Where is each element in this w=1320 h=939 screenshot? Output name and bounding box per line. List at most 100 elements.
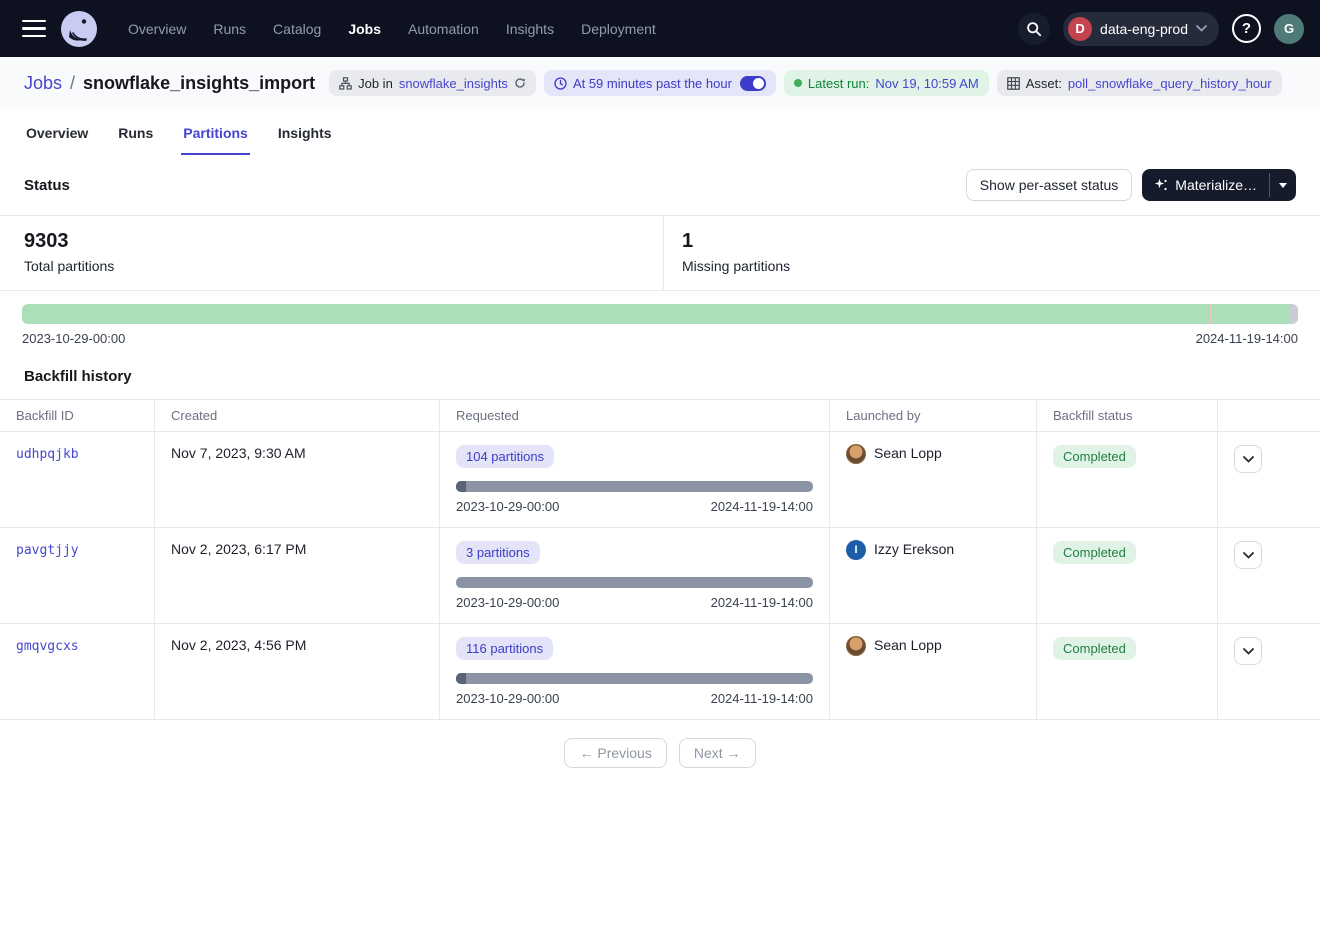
user-avatar[interactable]: G bbox=[1274, 14, 1304, 44]
tab-runs[interactable]: Runs bbox=[116, 109, 155, 155]
next-page-button[interactable]: Next → bbox=[679, 738, 756, 768]
missing-partitions-value: 1 bbox=[682, 230, 790, 253]
status-badge: Completed bbox=[1053, 637, 1136, 660]
col-requested: Requested bbox=[440, 400, 830, 431]
code-location-link[interactable]: snowflake_insights bbox=[399, 76, 508, 91]
failed-partition-marker bbox=[1210, 304, 1212, 324]
deployment-name: data-eng-prod bbox=[1100, 21, 1188, 37]
graph-icon bbox=[339, 77, 352, 90]
latest-run-time-link[interactable]: Nov 19, 10:59 AM bbox=[875, 76, 978, 91]
asset-label: Asset: bbox=[1026, 76, 1062, 91]
backfill-range-end: 2024-11-19-14:00 bbox=[711, 499, 813, 514]
launched-by-name: Sean Lopp bbox=[874, 445, 942, 461]
missing-partitions-stat: 1 Missing partitions bbox=[663, 216, 814, 290]
nav-item-jobs[interactable]: Jobs bbox=[348, 21, 381, 37]
latest-run-badge: Latest run: Nov 19, 10:59 AM bbox=[784, 70, 989, 96]
launched-by-name: Sean Lopp bbox=[874, 637, 942, 653]
status-badge: Completed bbox=[1053, 445, 1136, 468]
tab-bar: Overview Runs Partitions Insights bbox=[0, 109, 1320, 155]
backfill-table-header: Backfill ID Created Requested Launched b… bbox=[0, 399, 1320, 432]
nav-item-deployment[interactable]: Deployment bbox=[581, 21, 656, 37]
created-cell: Nov 2, 2023, 6:17 PM bbox=[155, 528, 440, 623]
reload-icon[interactable] bbox=[514, 77, 526, 89]
previous-page-button[interactable]: ← Previous bbox=[564, 738, 666, 768]
tab-insights[interactable]: Insights bbox=[276, 109, 334, 155]
col-backfill-status: Backfill status bbox=[1037, 400, 1218, 431]
deployment-switcher[interactable]: D data-eng-prod bbox=[1063, 12, 1219, 46]
backfill-id-link[interactable]: udhpqjkb bbox=[16, 447, 79, 462]
asset-link[interactable]: poll_snowflake_query_history_hour bbox=[1068, 76, 1272, 91]
dagster-logo-icon[interactable] bbox=[60, 10, 98, 48]
backfill-range-start: 2023-10-29-00:00 bbox=[456, 595, 559, 610]
deployment-badge: D bbox=[1068, 17, 1092, 41]
created-cell: Nov 2, 2023, 4:56 PM bbox=[155, 624, 440, 719]
chevron-down-icon bbox=[1243, 648, 1254, 655]
materialize-dropdown-button[interactable] bbox=[1270, 169, 1296, 201]
show-per-asset-status-button[interactable]: Show per-asset status bbox=[966, 169, 1133, 201]
chevron-down-icon bbox=[1243, 456, 1254, 463]
latest-run-label: Latest run: bbox=[808, 76, 869, 91]
nav-item-overview[interactable]: Overview bbox=[128, 21, 186, 37]
pagination: ← Previous Next → bbox=[0, 720, 1320, 786]
range-end-label: 2024-11-19-14:00 bbox=[1196, 331, 1298, 346]
backfill-history-title: Backfill history bbox=[0, 346, 1320, 399]
range-start-label: 2023-10-29-00:00 bbox=[22, 331, 125, 346]
status-badge: Completed bbox=[1053, 541, 1136, 564]
partition-health-section: 2023-10-29-00:00 2024-11-19-14:00 bbox=[0, 291, 1320, 346]
launched-by-name: Izzy Erekson bbox=[874, 541, 954, 557]
total-partitions-stat: 9303 Total partitions bbox=[0, 216, 663, 290]
row-expand-button[interactable] bbox=[1234, 541, 1262, 569]
backfill-range-start: 2023-10-29-00:00 bbox=[456, 499, 559, 514]
materialize-label: Materialize… bbox=[1175, 177, 1257, 193]
nav-item-automation[interactable]: Automation bbox=[408, 21, 479, 37]
table-row: gmqvgcxs Nov 2, 2023, 4:56 PM 116 partit… bbox=[0, 624, 1320, 720]
col-backfill-id: Backfill ID bbox=[0, 400, 155, 431]
backfill-range-end: 2024-11-19-14:00 bbox=[711, 691, 813, 706]
table-row: pavgtjjy Nov 2, 2023, 6:17 PM 3 partitio… bbox=[0, 528, 1320, 624]
nav-item-insights[interactable]: Insights bbox=[506, 21, 554, 37]
job-location-badge: Job in snowflake_insights bbox=[329, 70, 536, 96]
backfill-progress-bar bbox=[456, 673, 813, 684]
backfill-range-start: 2023-10-29-00:00 bbox=[456, 691, 559, 706]
help-icon[interactable]: ? bbox=[1232, 14, 1261, 43]
requested-cell: 116 partitions 2023-10-29-00:00 2024-11-… bbox=[440, 624, 830, 719]
search-icon[interactable] bbox=[1018, 13, 1050, 45]
asset-grid-icon bbox=[1007, 77, 1020, 90]
table-row: udhpqjkb Nov 7, 2023, 9:30 AM 104 partit… bbox=[0, 432, 1320, 528]
nav-item-catalog[interactable]: Catalog bbox=[273, 21, 321, 37]
backfill-progress-bar bbox=[456, 577, 813, 588]
sparkle-icon bbox=[1154, 178, 1168, 192]
nav-item-runs[interactable]: Runs bbox=[213, 21, 246, 37]
status-title: Status bbox=[24, 177, 70, 194]
backfill-range-end: 2024-11-19-14:00 bbox=[711, 595, 813, 610]
avatar bbox=[846, 444, 866, 464]
avatar bbox=[846, 636, 866, 656]
backfill-id-link[interactable]: gmqvgcxs bbox=[16, 639, 79, 654]
avatar: I bbox=[846, 540, 866, 560]
menu-icon[interactable] bbox=[22, 20, 46, 38]
tab-overview[interactable]: Overview bbox=[24, 109, 90, 155]
job-in-label: Job in bbox=[358, 76, 393, 91]
requested-cell: 104 partitions 2023-10-29-00:00 2024-11-… bbox=[440, 432, 830, 527]
missing-partitions-label: Missing partitions bbox=[682, 258, 790, 274]
row-expand-button[interactable] bbox=[1234, 637, 1262, 665]
partitions-count-pill[interactable]: 116 partitions bbox=[456, 637, 553, 660]
schedule-toggle[interactable] bbox=[740, 76, 766, 91]
row-expand-button[interactable] bbox=[1234, 445, 1262, 473]
status-section-header: Status Show per-asset status Materialize… bbox=[0, 155, 1320, 216]
breadcrumb-separator: / bbox=[70, 73, 75, 94]
schedule-badge: At 59 minutes past the hour bbox=[544, 70, 776, 96]
backfill-id-link[interactable]: pavgtjjy bbox=[16, 543, 79, 558]
tab-partitions[interactable]: Partitions bbox=[181, 109, 250, 155]
partitions-count-pill[interactable]: 104 partitions bbox=[456, 445, 554, 468]
page-title: snowflake_insights_import bbox=[83, 73, 315, 94]
partition-stats: 9303 Total partitions 1 Missing partitio… bbox=[0, 216, 1320, 291]
partitions-count-pill[interactable]: 3 partitions bbox=[456, 541, 540, 564]
total-partitions-value: 9303 bbox=[24, 230, 639, 253]
breadcrumb-jobs-link[interactable]: Jobs bbox=[24, 73, 62, 94]
clock-icon bbox=[554, 77, 567, 90]
partition-status-bar[interactable] bbox=[22, 304, 1298, 324]
materialize-button[interactable]: Materialize… bbox=[1142, 169, 1269, 201]
requested-cell: 3 partitions 2023-10-29-00:00 2024-11-19… bbox=[440, 528, 830, 623]
breadcrumb: Jobs / snowflake_insights_import bbox=[24, 73, 315, 94]
